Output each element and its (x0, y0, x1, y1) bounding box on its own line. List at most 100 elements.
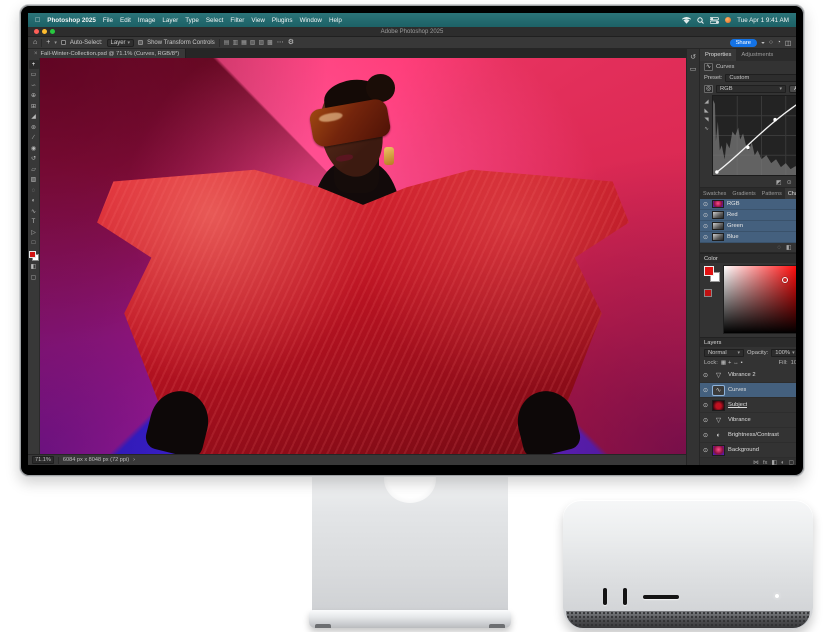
channel-row-rgb[interactable]: ⊙ RGB ⌘2 (700, 199, 796, 210)
foreground-background-swatches[interactable] (29, 251, 39, 261)
quick-mask-icon[interactable]: ◧ (29, 263, 39, 272)
apple-menu-icon[interactable]:  (35, 17, 40, 24)
gray-point-eyedropper-icon[interactable]: ◣ (704, 108, 708, 114)
gradient-tool[interactable]: ▨ (29, 176, 39, 185)
lock-all-icon[interactable]: ▪ (741, 360, 743, 366)
align-top-icon[interactable]: ▧ (250, 39, 256, 46)
menu-plugins[interactable]: Plugins (272, 17, 293, 24)
quick-selection-tool[interactable]: ⊕ (29, 92, 39, 101)
app-menu[interactable]: Photoshop 2025 (47, 17, 96, 24)
canvas[interactable] (40, 58, 686, 454)
move-tool-preset-icon[interactable]: + (46, 39, 50, 46)
move-tool[interactable]: + (29, 60, 39, 69)
align-left-icon[interactable]: ▤ (224, 39, 230, 46)
tab-gradients[interactable]: Gradients (729, 188, 758, 199)
menu-window[interactable]: Window (300, 17, 322, 24)
app-status-icon[interactable] (725, 17, 731, 23)
adjustment-layer-icon[interactable]: ◐ (781, 460, 785, 465)
visibility-eye-icon[interactable]: ⊙ (703, 212, 709, 219)
distribute-v-icon[interactable]: ▨ (258, 39, 264, 46)
distribute-h-icon[interactable]: ▩ (267, 39, 273, 46)
channel-row-green[interactable]: ⊙ Green ⌘4 (700, 221, 796, 232)
visibility-eye-icon[interactable]: ⊙ (703, 234, 709, 241)
eyedropper-tool[interactable]: ◢ (29, 113, 39, 122)
healing-brush-tool[interactable]: ⊛ (29, 123, 39, 132)
zoom-level-field[interactable]: 71.1% (32, 456, 54, 464)
pen-tool[interactable]: ∿ (29, 207, 39, 216)
discover-bulb-icon[interactable]: ◔ (777, 39, 781, 46)
curve-edit-icon[interactable]: ∿ (704, 126, 709, 132)
layer-row-background[interactable]: ⊙ Background (700, 443, 796, 458)
lock-position-icon[interactable]: ↔ (733, 360, 739, 366)
targeted-adjustment-icon[interactable]: ◎ (704, 85, 713, 93)
clone-stamp-tool[interactable]: ◉ (29, 144, 39, 153)
channel-row-blue[interactable]: ⊙ Blue ⌘5 (700, 232, 796, 243)
saturation-brightness-field[interactable] (723, 265, 796, 334)
blur-tool[interactable]: ◌ (29, 186, 39, 195)
channel-dropdown[interactable]: RGB ▾ (716, 85, 786, 93)
layer-group-icon[interactable]: ▢ (788, 460, 793, 465)
menu-type[interactable]: Type (185, 17, 199, 24)
eraser-tool[interactable]: ▱ (29, 165, 39, 174)
auto-button[interactable]: Auto (789, 85, 796, 93)
tab-adjustments[interactable]: Adjustments (736, 49, 778, 61)
save-mask-icon[interactable]: ◧ (786, 244, 792, 251)
history-brush-tool[interactable]: ↺ (29, 155, 39, 164)
tab-channels[interactable]: Channels (785, 188, 796, 199)
align-center-icon[interactable]: ▥ (232, 39, 238, 46)
link-layers-icon[interactable]: ⋈ (753, 460, 759, 465)
status-chevron-icon[interactable]: › (133, 457, 135, 463)
layer-effects-icon[interactable]: fx (763, 460, 768, 465)
screen-mode-icon[interactable]: ▢ (29, 273, 39, 282)
load-selection-icon[interactable]: ◌ (777, 245, 781, 251)
channel-row-red[interactable]: ⊙ Red ⌘3 (700, 210, 796, 221)
clip-to-layer-icon[interactable]: ◩ (776, 179, 782, 186)
recent-color-swatch[interactable] (704, 289, 712, 297)
lasso-tool[interactable]: ∽ (29, 81, 39, 90)
layer-row-subject[interactable]: ⊙ Subject (700, 398, 796, 413)
tool-preset-chevron-icon[interactable]: ▾ (54, 40, 57, 46)
color-picker-dot[interactable] (782, 277, 788, 283)
layer-row-vibrance2[interactable]: ⊙ ▽ Vibrance 2 (700, 368, 796, 383)
blend-mode-dropdown[interactable]: Normal ▾ (704, 349, 744, 357)
visibility-eye-icon[interactable]: ⊙ (703, 372, 709, 379)
visibility-eye-icon[interactable]: ⊙ (703, 402, 709, 409)
black-point-eyedropper-icon[interactable]: ◢ (704, 99, 708, 105)
notifications-bell-icon[interactable]: ◒ (761, 39, 765, 46)
menu-edit[interactable]: Edit (120, 17, 131, 24)
visibility-eye-icon[interactable]: ⊙ (703, 201, 709, 208)
document-tab[interactable]: × Fall-Winter-Collection.psd @ 71.1% (Cu… (28, 49, 186, 58)
close-tab-icon[interactable]: × (34, 51, 38, 57)
brush-tool[interactable]: ∕ (29, 134, 39, 143)
menu-view[interactable]: View (251, 17, 265, 24)
workspace-switcher-icon[interactable]: ◫ (785, 39, 791, 47)
visibility-eye-icon[interactable]: ⊙ (703, 223, 709, 230)
dodge-tool[interactable]: ◐ (29, 197, 39, 206)
home-icon[interactable]: ⌂ (33, 39, 37, 46)
comments-panel-icon[interactable]: ▭ (690, 65, 697, 73)
marquee-tool[interactable]: ▭ (29, 71, 39, 80)
layer-mask-icon[interactable]: ◧ (771, 460, 776, 465)
white-point-eyedropper-icon[interactable]: ◥ (704, 117, 708, 123)
gear-icon[interactable]: ⚙ (288, 39, 294, 46)
lock-pixels-icon[interactable]: + (728, 360, 731, 366)
wifi-icon[interactable] (682, 17, 691, 24)
tab-patterns[interactable]: Patterns (759, 188, 785, 199)
foreground-color-swatch[interactable] (29, 251, 36, 258)
menu-bar-clock[interactable]: Tue Apr 1 9:41 AM (737, 17, 789, 24)
control-center-icon[interactable] (710, 17, 719, 24)
fill-value[interactable]: 100% (791, 360, 796, 366)
visibility-icon[interactable]: ⊙ (787, 179, 792, 186)
menu-help[interactable]: Help (329, 17, 342, 24)
more-options-icon[interactable]: ⋯ (277, 39, 284, 46)
curves-graph[interactable] (712, 95, 796, 176)
opacity-field[interactable]: 100% ▾ (771, 349, 796, 357)
visibility-eye-icon[interactable]: ⊙ (703, 417, 709, 424)
shape-tool[interactable]: □ (29, 239, 39, 248)
visibility-eye-icon[interactable]: ⊙ (703, 387, 709, 394)
spotlight-search-icon[interactable] (697, 17, 704, 24)
search-icon[interactable]: ○ (769, 39, 773, 46)
visibility-eye-icon[interactable]: ⊙ (703, 447, 709, 454)
show-transform-checkbox[interactable] (138, 40, 143, 45)
preset-dropdown[interactable]: Custom ▾ (725, 74, 796, 82)
